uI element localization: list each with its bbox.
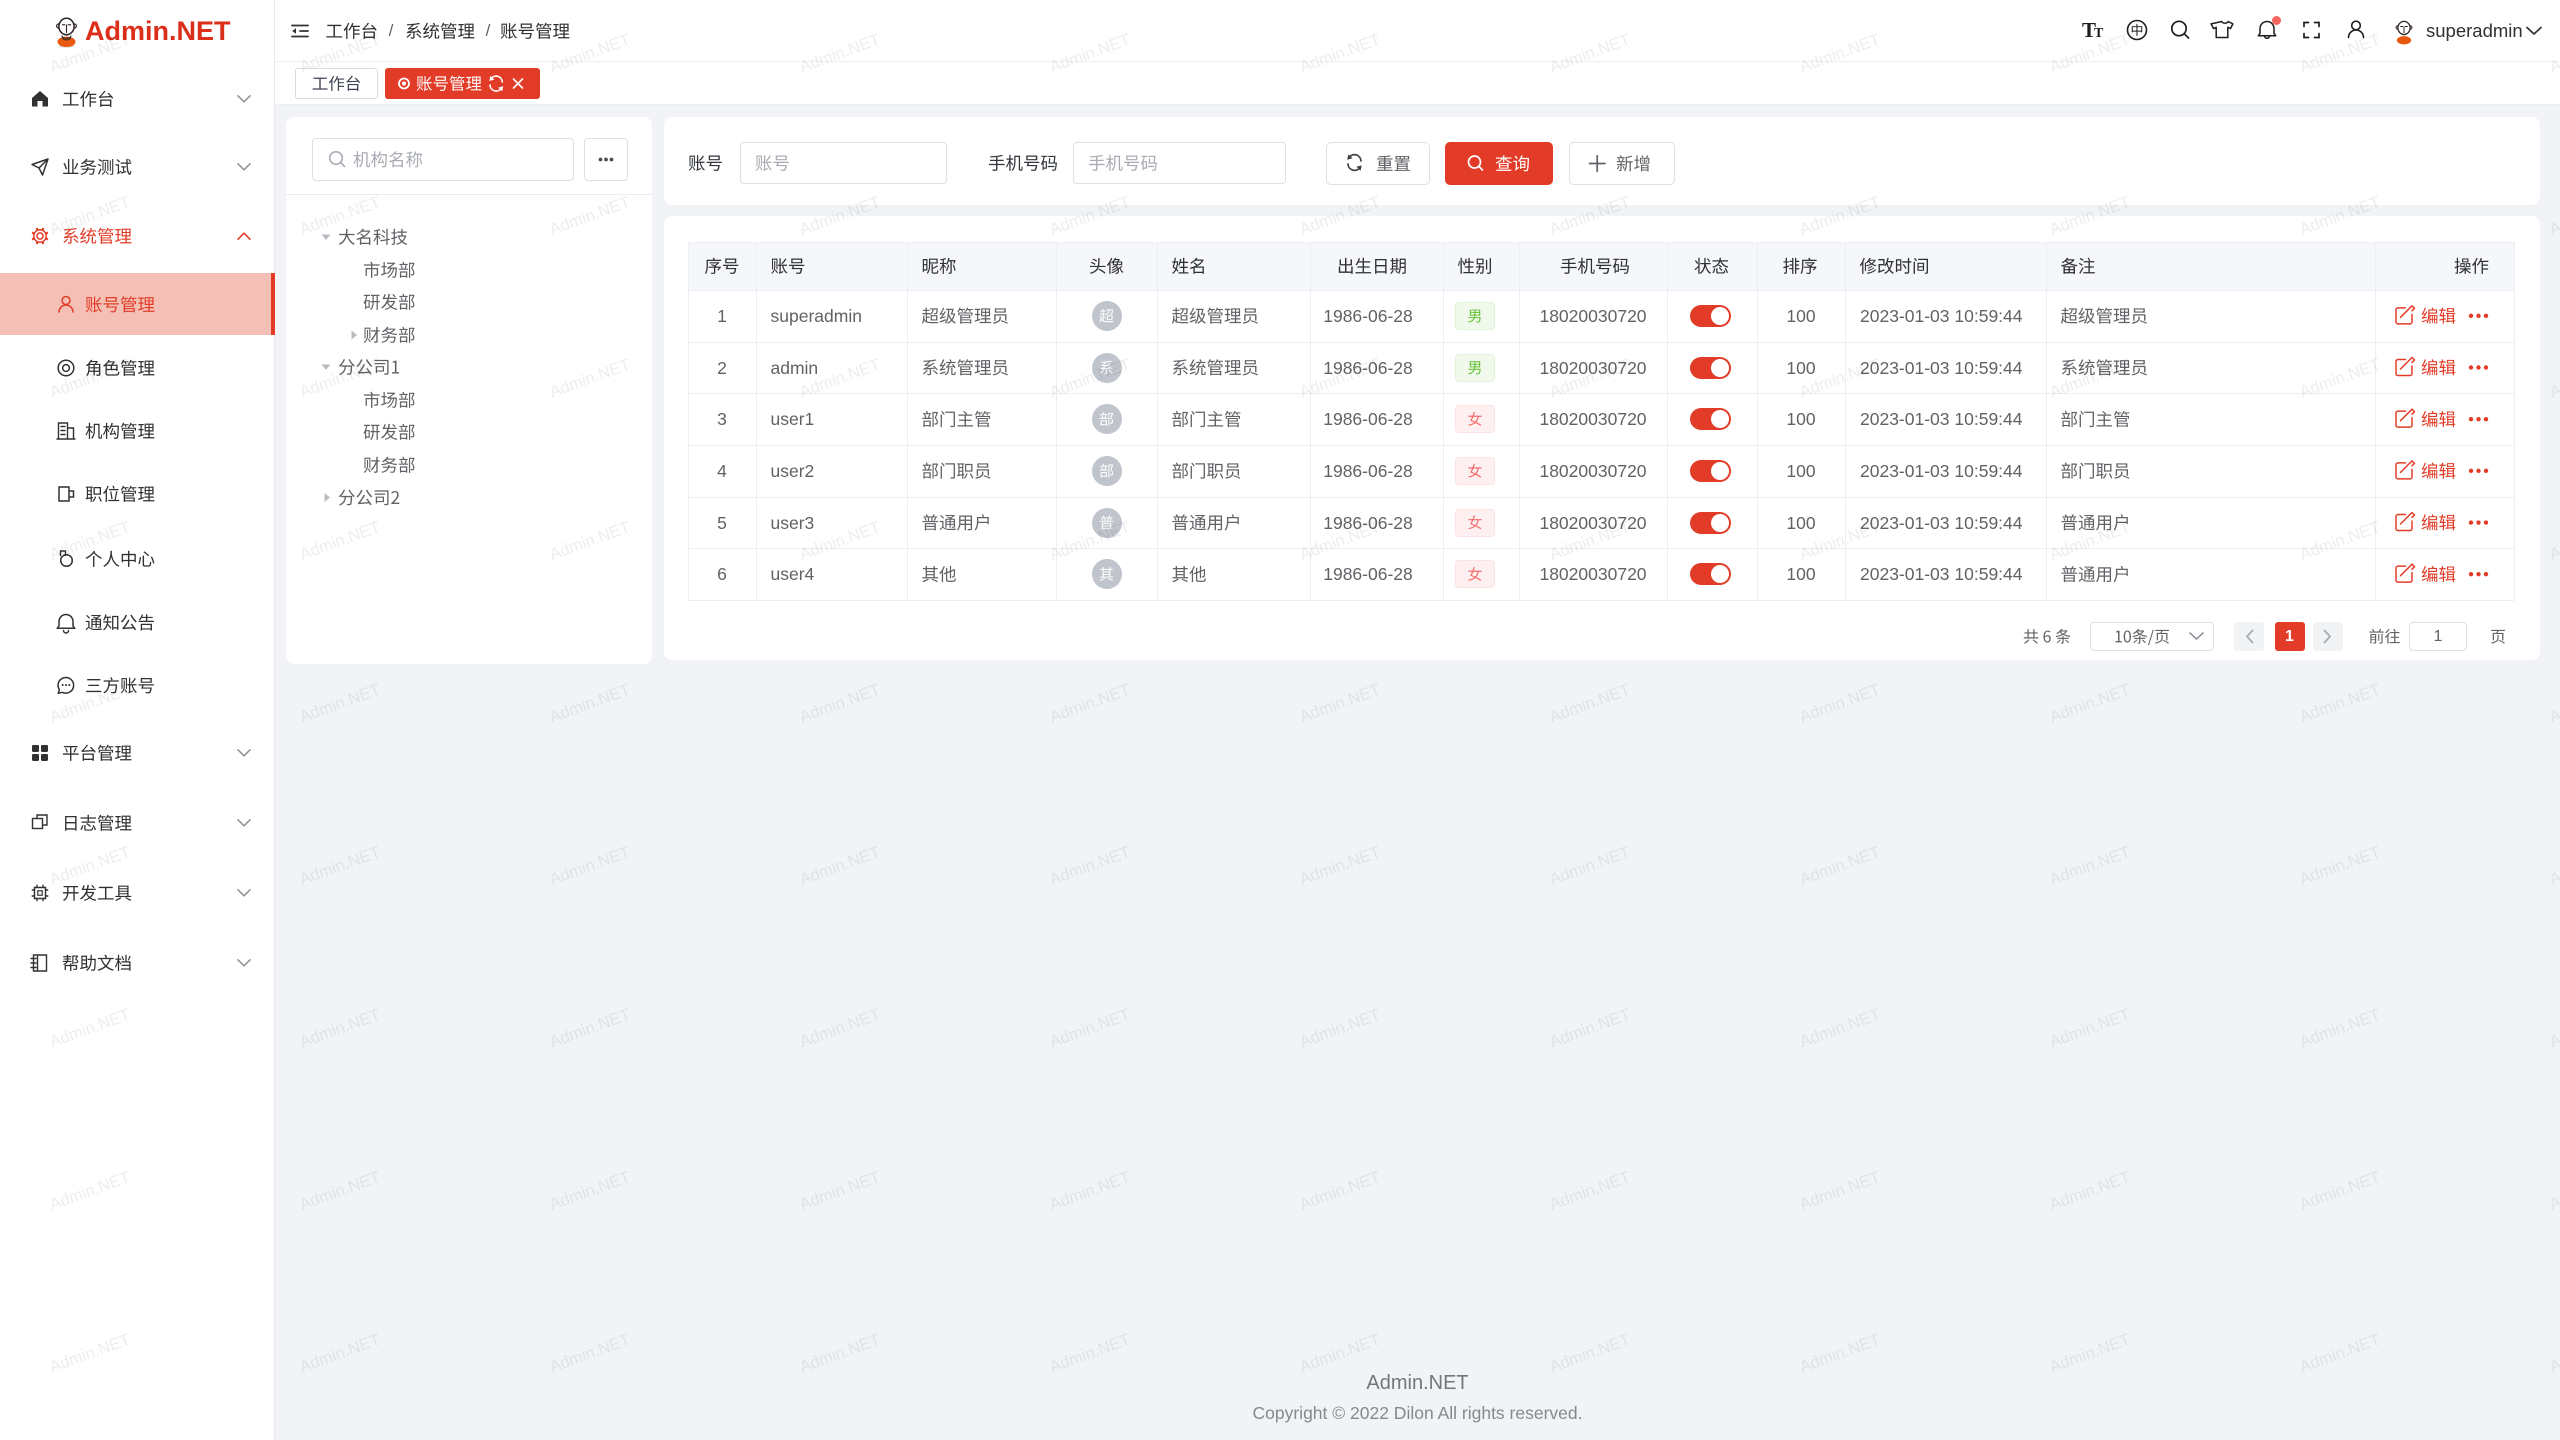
svg-text:T: T (2094, 26, 2104, 41)
